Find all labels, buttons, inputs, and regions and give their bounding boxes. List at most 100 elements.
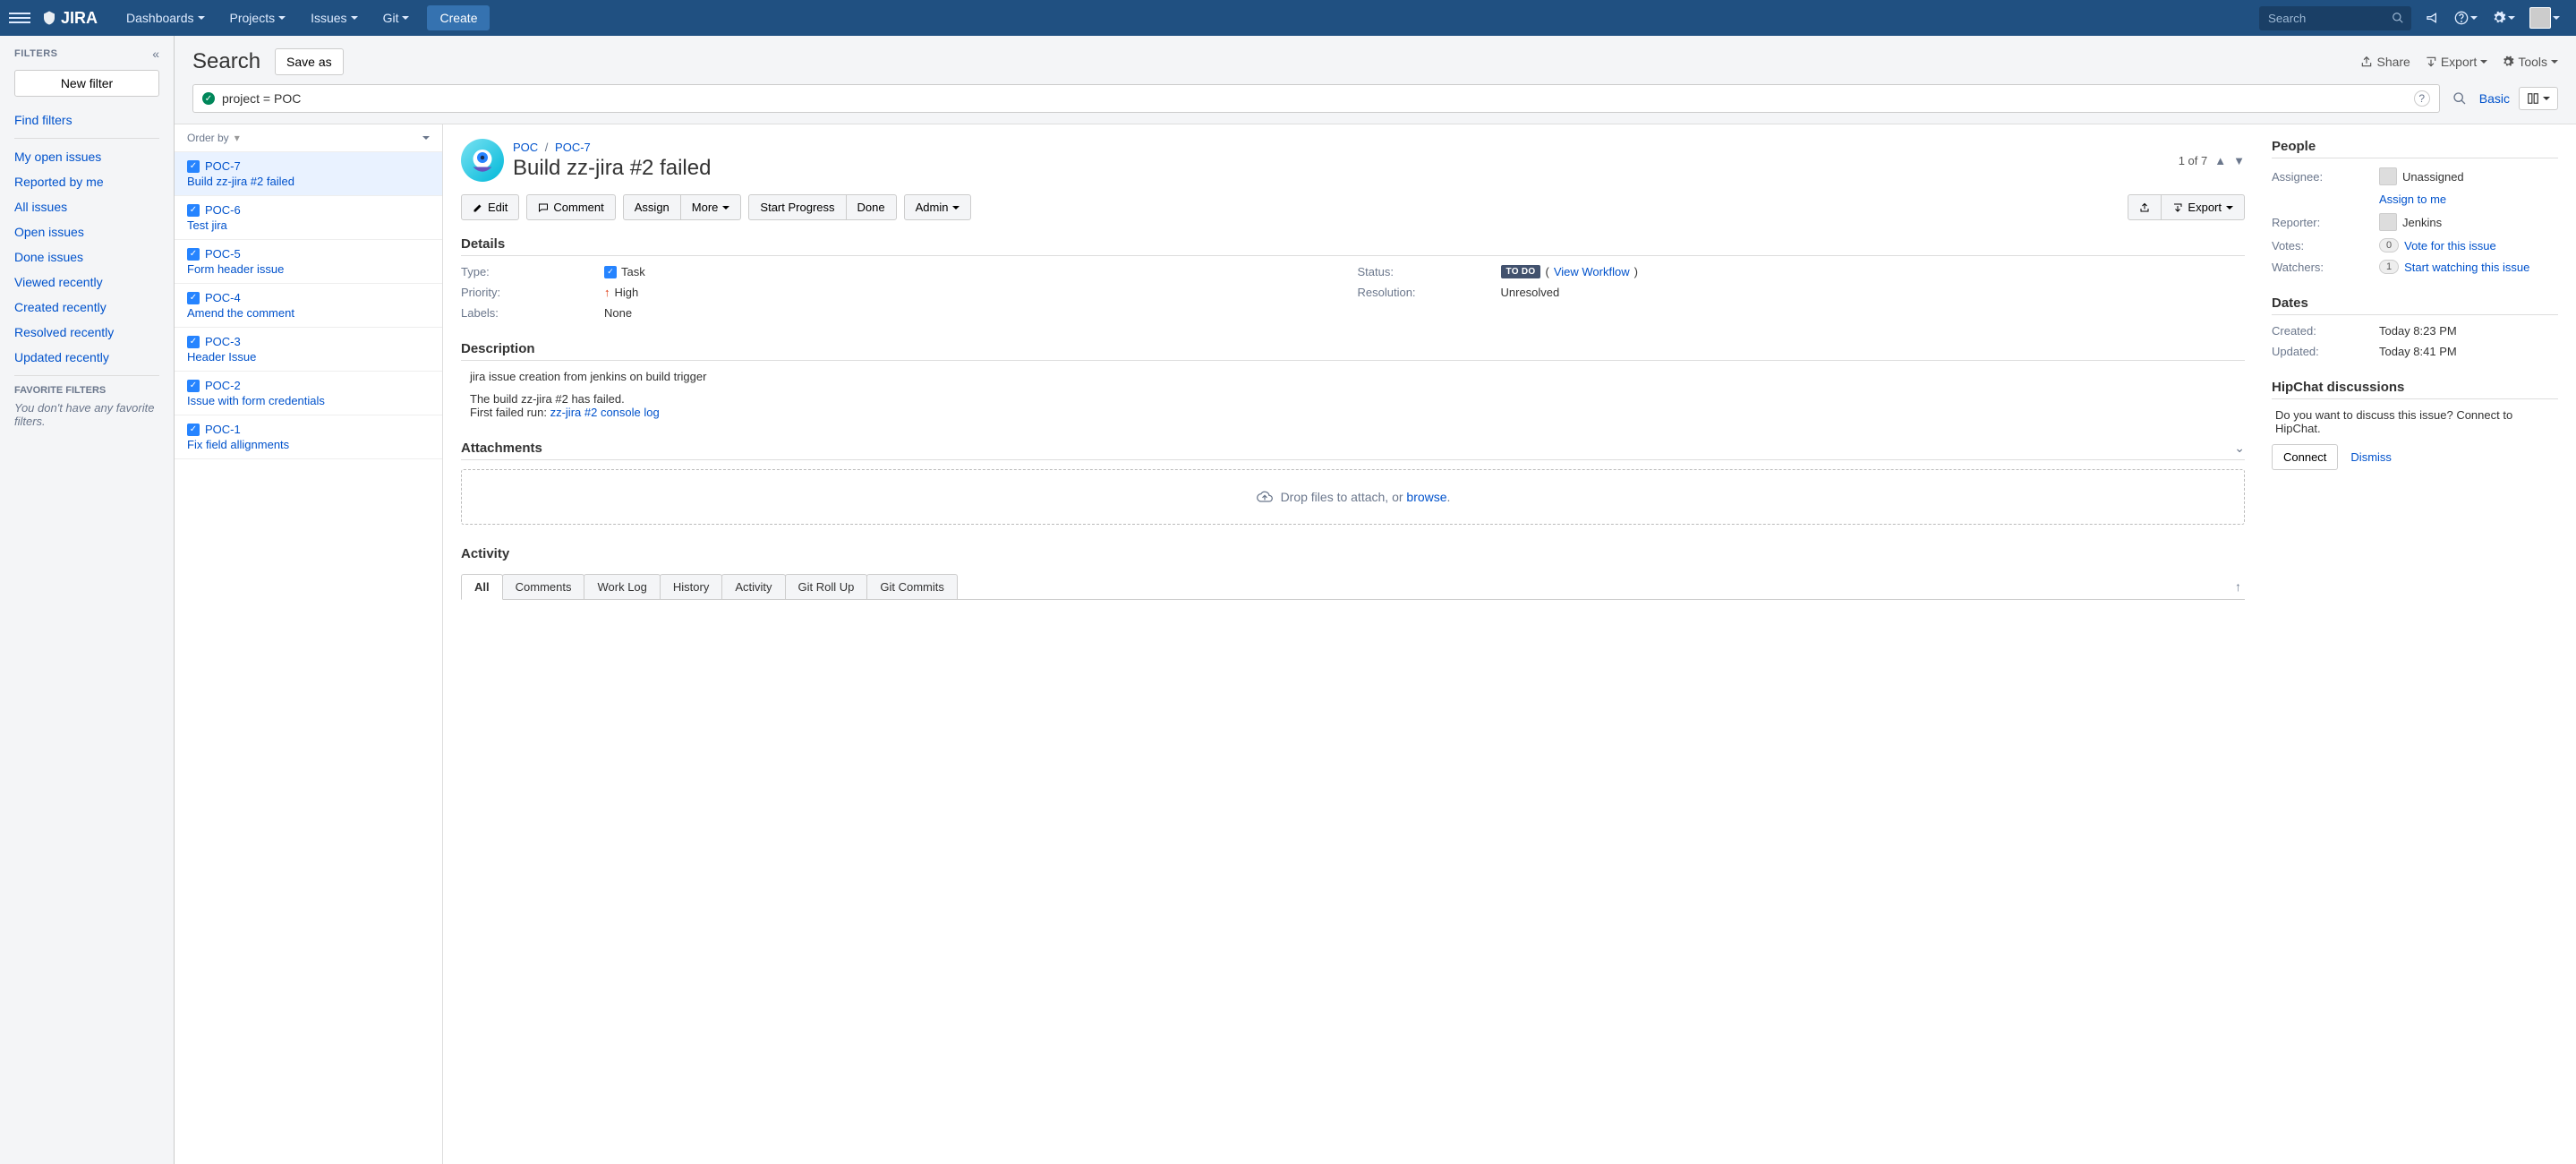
votes-count: 0 <box>2379 238 2399 252</box>
resolution-label: Resolution: <box>1358 286 1492 299</box>
sidebar-resolved-recently[interactable]: Resolved recently <box>14 320 159 345</box>
people-heading: People <box>2272 139 2558 158</box>
issue-list-item[interactable]: ✓POC-6Test jira <box>175 196 442 240</box>
issue-list-item[interactable]: ✓POC-3Header Issue <box>175 328 442 372</box>
tab-activity[interactable]: Activity <box>721 574 785 599</box>
sidebar-viewed-recently[interactable]: Viewed recently <box>14 270 159 295</box>
sidebar-all-issues[interactable]: All issues <box>14 194 159 219</box>
hipchat-connect-button[interactable]: Connect <box>2272 444 2338 470</box>
sidebar-open-issues[interactable]: Open issues <box>14 219 159 244</box>
share-action[interactable]: Share <box>2360 55 2410 69</box>
nav-projects[interactable]: Projects <box>219 5 297 30</box>
breadcrumb-key[interactable]: POC-7 <box>555 141 591 154</box>
comment-button[interactable]: Comment <box>526 194 615 220</box>
created-value: Today 8:23 PM <box>2379 324 2558 338</box>
tab-worklog[interactable]: Work Log <box>584 574 660 599</box>
view-workflow-link[interactable]: View Workflow <box>1554 265 1630 278</box>
edit-button[interactable]: Edit <box>461 194 519 220</box>
feedback-icon[interactable] <box>2418 5 2447 30</box>
pager-next-icon[interactable]: ▼ <box>2233 154 2245 167</box>
new-filter-button[interactable]: New filter <box>14 70 159 97</box>
tab-history[interactable]: History <box>660 574 722 599</box>
export-issue-button[interactable]: Export <box>2161 194 2245 220</box>
issue-key: POC-5 <box>205 247 241 261</box>
attachment-dropzone[interactable]: Drop files to attach, or browse. <box>461 469 2245 525</box>
global-search-input[interactable] <box>2259 6 2411 30</box>
help-icon[interactable] <box>2447 5 2485 30</box>
jql-bar: ✓ project = POC ? Basic <box>175 84 2576 124</box>
reporter-value: Jenkins <box>2402 216 2442 229</box>
menu-icon[interactable] <box>9 7 30 29</box>
jql-help-icon[interactable]: ? <box>2414 90 2430 107</box>
tab-git-rollup[interactable]: Git Roll Up <box>785 574 868 599</box>
watchers-label: Watchers: <box>2272 261 2379 274</box>
more-button[interactable]: More <box>680 194 742 220</box>
save-as-button[interactable]: Save as <box>275 48 344 75</box>
nav-git[interactable]: Git <box>372 5 421 30</box>
breadcrumb-project[interactable]: POC <box>513 141 538 154</box>
activity-heading: Activity <box>461 546 2245 565</box>
issue-key: POC-1 <box>205 423 241 436</box>
dates-heading: Dates <box>2272 295 2558 315</box>
console-log-link[interactable]: zz-jira #2 console log <box>550 406 660 419</box>
sidebar-updated-recently[interactable]: Updated recently <box>14 345 159 370</box>
jira-logo[interactable]: JIRA <box>41 9 98 28</box>
votes-label: Votes: <box>2272 239 2379 252</box>
vote-link[interactable]: Vote for this issue <box>2404 239 2496 252</box>
type-value: ✓Task <box>604 265 1349 278</box>
start-progress-button[interactable]: Start Progress <box>748 194 846 220</box>
issue-summary: Fix field allignments <box>187 438 430 451</box>
issue-list-item[interactable]: ✓POC-5Form header issue <box>175 240 442 284</box>
settings-icon[interactable] <box>2485 5 2522 30</box>
basic-search-link[interactable]: Basic <box>2479 91 2510 106</box>
issue-key: POC-3 <box>205 335 241 348</box>
task-icon: ✓ <box>187 380 200 392</box>
avatar-icon <box>2379 213 2397 231</box>
tab-all[interactable]: All <box>461 574 503 600</box>
hipchat-dismiss-link[interactable]: Dismiss <box>2350 450 2392 464</box>
order-by[interactable]: Order by ▾ <box>175 124 442 152</box>
description-body: jira issue creation from jenkins on buil… <box>461 370 2245 419</box>
create-button[interactable]: Create <box>427 5 490 30</box>
export-action[interactable]: Export <box>2425 55 2487 69</box>
tab-git-commits[interactable]: Git Commits <box>866 574 958 599</box>
assign-button[interactable]: Assign <box>623 194 681 220</box>
watchers-count: 1 <box>2379 260 2399 274</box>
pager-prev-icon[interactable]: ▲ <box>2214 154 2226 167</box>
issue-list-item[interactable]: ✓POC-4Amend the comment <box>175 284 442 328</box>
admin-button[interactable]: Admin <box>904 194 972 220</box>
jql-search-icon[interactable] <box>2449 88 2470 109</box>
issue-list-item[interactable]: ✓POC-7Build zz-jira #2 failed <box>175 152 442 196</box>
top-nav: JIRA Dashboards Projects Issues Git Crea… <box>0 0 2576 36</box>
user-avatar[interactable] <box>2522 2 2567 34</box>
sidebar-created-recently[interactable]: Created recently <box>14 295 159 320</box>
priority-high-icon: ↑ <box>604 286 610 299</box>
layout-switcher[interactable] <box>2519 87 2558 110</box>
attachments-menu-icon[interactable]: ⌄ <box>2234 441 2245 456</box>
assign-to-me-link[interactable]: Assign to me <box>2379 193 2446 206</box>
issue-list-item[interactable]: ✓POC-2Issue with form credentials <box>175 372 442 415</box>
issue-pager: 1 of 7 ▲ ▼ <box>2179 154 2245 167</box>
issue-detail: POC / POC-7 Build zz-jira #2 failed 1 of… <box>443 124 2576 1164</box>
issue-list-item[interactable]: ✓POC-1Fix field allignments <box>175 415 442 459</box>
jql-input[interactable]: ✓ project = POC ? <box>192 84 2440 113</box>
breadcrumb: POC / POC-7 <box>513 141 2170 154</box>
share-issue-button[interactable] <box>2128 194 2162 220</box>
tab-comments[interactable]: Comments <box>502 574 585 599</box>
nav-issues[interactable]: Issues <box>300 5 368 30</box>
collapse-sidebar-icon[interactable]: « <box>152 47 159 61</box>
scroll-top-icon[interactable]: ↑ <box>2231 576 2245 597</box>
watch-link[interactable]: Start watching this issue <box>2404 261 2529 274</box>
task-icon: ✓ <box>187 292 200 304</box>
sidebar-reported-by-me[interactable]: Reported by me <box>14 169 159 194</box>
filters-sidebar: FILTERS « New filter Find filters My ope… <box>0 36 175 1164</box>
nav-dashboards[interactable]: Dashboards <box>115 5 216 30</box>
sidebar-done-issues[interactable]: Done issues <box>14 244 159 270</box>
sidebar-my-open-issues[interactable]: My open issues <box>14 144 159 169</box>
issue-key: POC-7 <box>205 159 241 173</box>
browse-link[interactable]: browse <box>1406 490 1446 504</box>
issue-key: POC-4 <box>205 291 241 304</box>
tools-action[interactable]: Tools <box>2502 55 2558 69</box>
done-button[interactable]: Done <box>846 194 897 220</box>
find-filters-link[interactable]: Find filters <box>14 107 159 133</box>
